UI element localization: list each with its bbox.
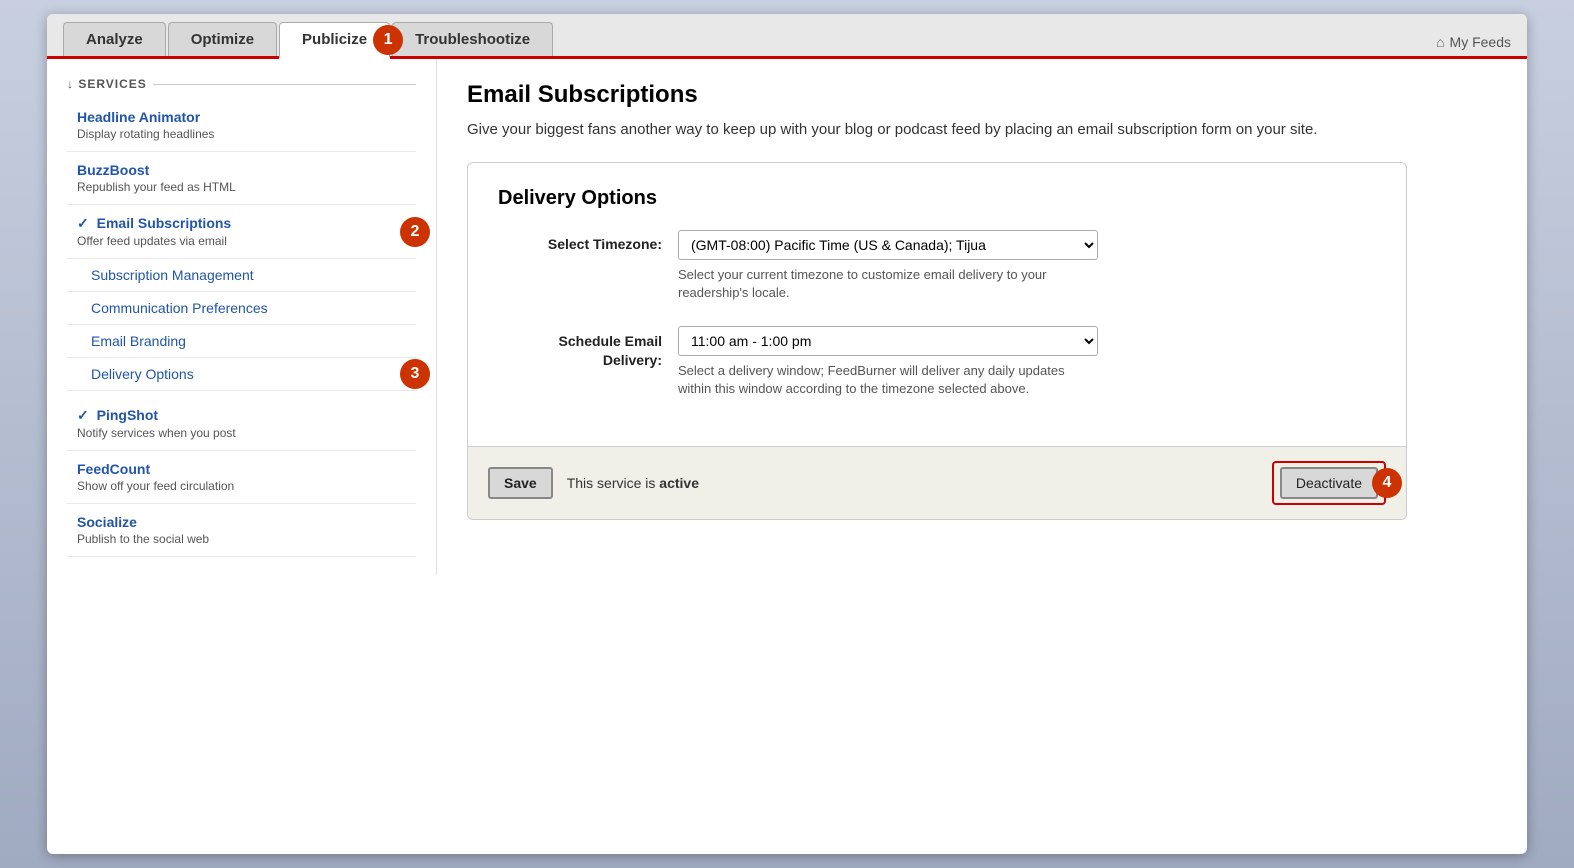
content-area: Email Subscriptions Give your biggest fa… [437,59,1527,575]
headline-animator-title: Headline Animator [77,109,416,125]
check-icon: ✓ [77,215,89,231]
tab-optimize[interactable]: Optimize [168,22,277,56]
tabs-bar: Analyze Optimize Publicize 1 Troubleshoo… [47,14,1527,59]
page-desc: Give your biggest fans another way to ke… [467,119,1327,142]
badge-1: 1 [373,25,403,55]
headline-animator-desc: Display rotating headlines [77,127,416,141]
save-button[interactable]: Save [488,467,553,499]
badge-4: 4 [1372,468,1402,498]
feedcount-desc: Show off your feed circulation [77,479,416,493]
schedule-hint: Select a delivery window; FeedBurner wil… [678,362,1078,398]
deactivate-wrapper: Deactivate 4 [1272,461,1386,505]
timezone-field: (GMT-08:00) Pacific Time (US & Canada); … [678,230,1376,302]
sidebar-section-header: ↓ SERVICES [67,77,416,91]
buzzboost-desc: Republish your feed as HTML [77,180,416,194]
socialize-desc: Publish to the social web [77,532,416,546]
pingshot-desc: Notify services when you post [77,426,416,440]
card-body: Delivery Options Select Timezone: (GMT-0… [468,163,1406,447]
sidebar-item-socialize[interactable]: Socialize Publish to the social web [67,504,416,557]
delivery-options-card: Delivery Options Select Timezone: (GMT-0… [467,162,1407,521]
sidebar-sub-item-email-branding[interactable]: Email Branding [67,325,416,358]
badge-3: 3 [400,359,430,389]
status-badge: active [659,475,699,491]
main-content: ↓ SERVICES Headline Animator Display rot… [47,59,1527,575]
feedcount-title: FeedCount [77,461,416,477]
sidebar-item-pingshot[interactable]: ✓ PingShot Notify services when you post [67,397,416,451]
schedule-field: 11:00 am - 1:00 pm 1:00 pm - 3:00 pm 3:0… [678,326,1376,398]
app-window: Analyze Optimize Publicize 1 Troubleshoo… [47,14,1527,854]
deactivate-button[interactable]: Deactivate [1280,467,1378,499]
sidebar-sub-item-communication-preferences[interactable]: Communication Preferences [67,292,416,325]
sidebar-item-feedcount[interactable]: FeedCount Show off your feed circulation [67,451,416,504]
email-subscriptions-title: Email Subscriptions [97,215,232,231]
communication-preferences-link: Communication Preferences [91,300,268,316]
pingshot-title: PingShot [97,407,158,423]
my-feeds-link[interactable]: ⌂ My Feeds [1436,34,1511,56]
tab-troubleshootize[interactable]: Troubleshootize [392,22,553,56]
home-icon: ⌂ [1436,34,1444,50]
schedule-row: Schedule EmailDelivery: 11:00 am - 1:00 … [498,326,1376,398]
timezone-label: Select Timezone: [498,230,678,252]
tab-publicize[interactable]: Publicize 1 [279,22,390,59]
page-title: Email Subscriptions [467,81,1497,109]
sidebar-sub-item-delivery-options[interactable]: Delivery Options 3 [67,358,416,391]
pingshot-check-icon: ✓ [77,407,89,423]
sidebar-sub-item-subscription-management[interactable]: Subscription Management [67,259,416,292]
timezone-select[interactable]: (GMT-08:00) Pacific Time (US & Canada); … [678,230,1098,260]
timezone-row: Select Timezone: (GMT-08:00) Pacific Tim… [498,230,1376,302]
sidebar-item-buzzboost[interactable]: BuzzBoost Republish your feed as HTML [67,152,416,205]
card-section-title: Delivery Options [498,187,1376,210]
subscription-management-link: Subscription Management [91,267,254,283]
email-subscriptions-desc: Offer feed updates via email [77,234,416,248]
badge-2: 2 [400,217,430,247]
sidebar: ↓ SERVICES Headline Animator Display rot… [47,59,437,575]
schedule-select[interactable]: 11:00 am - 1:00 pm 1:00 pm - 3:00 pm 3:0… [678,326,1098,356]
buzzboost-title: BuzzBoost [77,162,416,178]
sidebar-item-email-subscriptions[interactable]: ✓ Email Subscriptions Offer feed updates… [67,205,416,259]
status-text: This service is active [567,475,699,491]
delivery-options-link: Delivery Options [91,366,194,382]
email-branding-link: Email Branding [91,333,186,349]
timezone-hint: Select your current timezone to customiz… [678,266,1078,302]
card-footer: Save This service is active Deactivate 4 [468,446,1406,519]
tab-analyze[interactable]: Analyze [63,22,166,56]
sidebar-item-headline-animator[interactable]: Headline Animator Display rotating headl… [67,99,416,152]
socialize-title: Socialize [77,514,416,530]
schedule-label: Schedule EmailDelivery: [498,326,678,371]
